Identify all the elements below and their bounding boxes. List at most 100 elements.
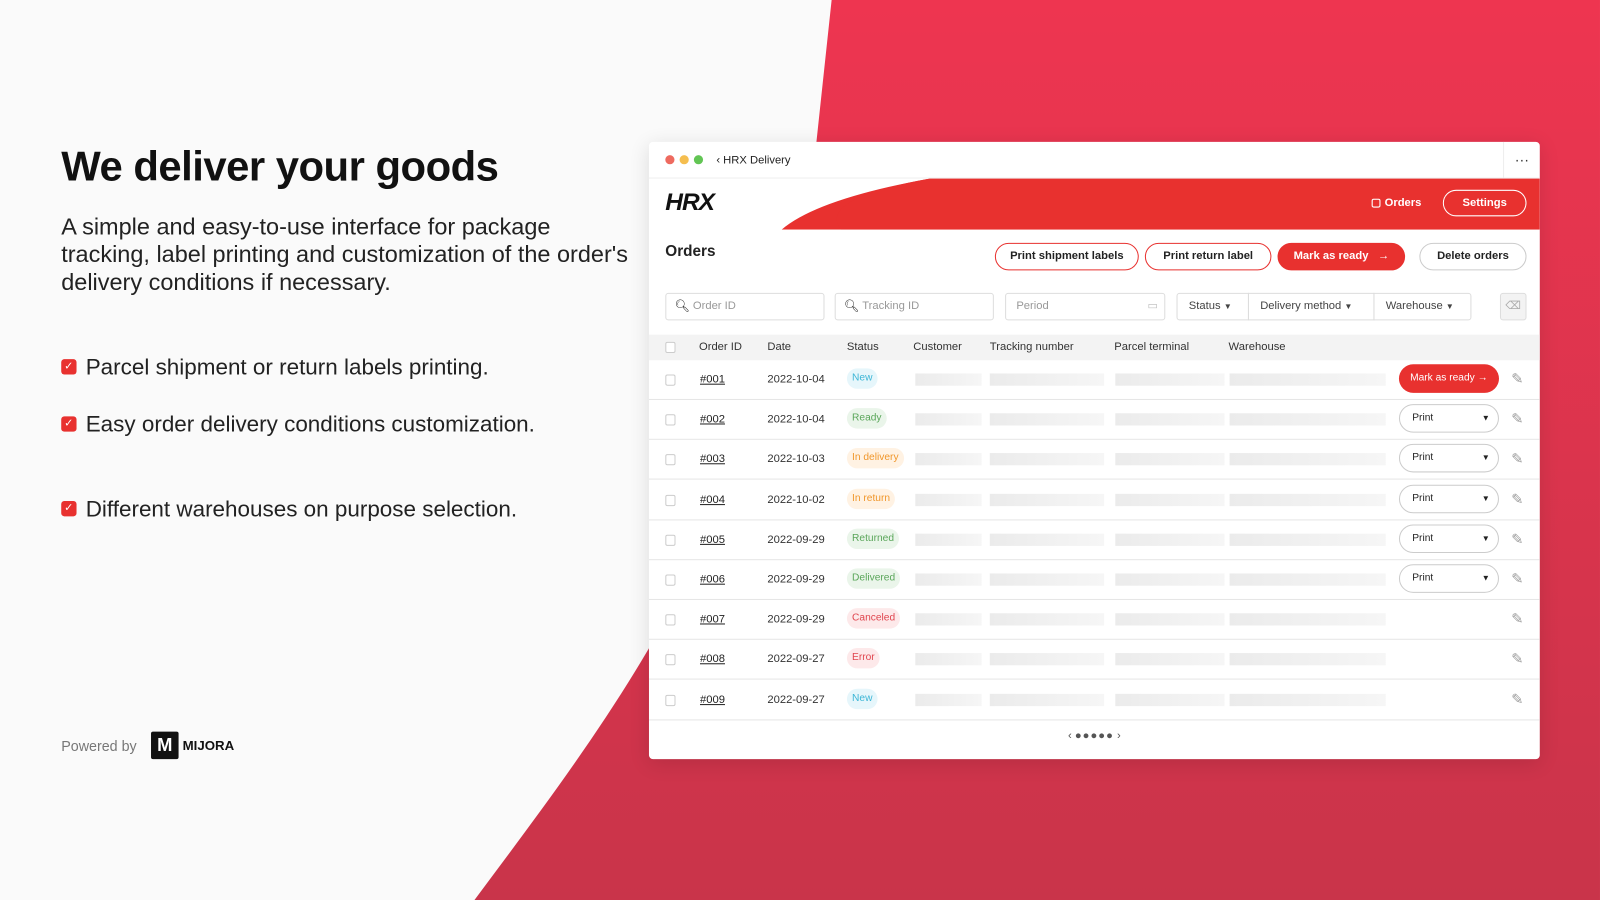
tracking-placeholder — [989, 653, 1105, 666]
row-checkbox[interactable] — [665, 614, 676, 626]
calendar-icon: ▭ — [1147, 299, 1159, 313]
delivery-method-filter[interactable]: Delivery method ▼ — [1247, 292, 1375, 321]
order-id-link[interactable]: #008 — [700, 653, 725, 665]
back-link[interactable]: ‹ HRX Delivery — [716, 154, 790, 166]
col-order-id[interactable]: Order ID — [699, 341, 742, 353]
row-checkbox[interactable] — [665, 454, 676, 466]
row-checkbox[interactable] — [665, 654, 676, 666]
caret-down-icon: ▼ — [1481, 573, 1490, 583]
terminal-placeholder — [1115, 573, 1225, 586]
maximize-dot[interactable] — [693, 155, 704, 165]
order-id-link[interactable]: #003 — [700, 453, 725, 465]
col-parcel-terminal[interactable]: Parcel terminal — [1114, 341, 1189, 353]
customer-placeholder — [915, 533, 982, 546]
customer-placeholder — [915, 693, 982, 706]
customer-placeholder — [915, 573, 982, 586]
order-date: 2022-09-29 — [767, 533, 825, 546]
terminal-placeholder — [1115, 373, 1225, 386]
next-page-icon[interactable]: › — [1117, 730, 1121, 742]
order-id-link[interactable]: #007 — [700, 613, 725, 625]
row-mark-as-ready-button[interactable]: Mark as ready → — [1398, 364, 1499, 393]
tracking-placeholder — [989, 413, 1105, 426]
col-warehouse[interactable]: Warehouse — [1229, 341, 1286, 353]
hero-title: We deliver your goods — [61, 142, 499, 190]
status-filter[interactable]: Status ▼ — [1176, 292, 1249, 321]
tracking-placeholder — [989, 533, 1105, 546]
edit-pencil-icon[interactable]: ✎ — [1511, 370, 1523, 387]
order-date: 2022-10-04 — [767, 413, 825, 426]
edit-pencil-icon[interactable]: ✎ — [1511, 690, 1523, 707]
print-shipment-labels-button[interactable]: Print shipment labels — [994, 242, 1139, 271]
order-id-link[interactable]: #006 — [700, 573, 725, 585]
table-row: #008 2022-09-27 Error ✎ — [648, 640, 1540, 680]
order-id-link[interactable]: #004 — [700, 493, 725, 505]
col-date[interactable]: Date — [767, 341, 791, 353]
clear-filters-button[interactable]: ⌫ — [1499, 292, 1527, 321]
minimize-dot[interactable] — [679, 155, 689, 165]
order-id-link[interactable]: #002 — [700, 413, 725, 425]
table-row: #009 2022-09-27 New ✎ — [648, 680, 1540, 720]
nav-orders[interactable]: ▢ Orders — [1371, 196, 1422, 209]
col-customer[interactable]: Customer — [913, 341, 962, 353]
edit-pencil-icon[interactable]: ✎ — [1511, 450, 1523, 467]
caret-down-icon: ▼ — [1445, 302, 1454, 312]
delete-orders-button[interactable]: Delete orders — [1419, 242, 1527, 271]
caret-down-icon: ▼ — [1481, 453, 1490, 463]
edit-pencil-icon[interactable]: ✎ — [1511, 490, 1523, 507]
row-print-dropdown[interactable]: Print ▼ — [1398, 524, 1499, 553]
customer-placeholder — [915, 373, 982, 386]
feature-item: ✓ Easy order delivery conditions customiz… — [61, 410, 551, 438]
customer-placeholder — [915, 613, 982, 626]
warehouse-placeholder — [1229, 493, 1386, 506]
title-bar: ‹ HRX Delivery ··· — [648, 141, 1540, 179]
order-id-link[interactable]: #005 — [700, 533, 725, 545]
caret-down-icon: ▼ — [1481, 493, 1490, 503]
order-id-input[interactable]: 🔍︎ Order ID — [665, 292, 825, 321]
edit-pencil-icon[interactable]: ✎ — [1511, 610, 1523, 627]
prev-page-icon[interactable]: ‹ — [1068, 730, 1072, 742]
order-date: 2022-09-27 — [767, 693, 825, 706]
arrow-right-icon: → — [1371, 249, 1390, 263]
row-checkbox[interactable] — [665, 414, 676, 426]
edit-pencil-icon[interactable]: ✎ — [1511, 570, 1523, 587]
order-id-link[interactable]: #001 — [700, 373, 725, 385]
col-status[interactable]: Status — [847, 341, 879, 353]
row-checkbox[interactable] — [665, 534, 676, 546]
terminal-placeholder — [1115, 413, 1225, 426]
terminal-placeholder — [1115, 653, 1225, 666]
print-return-label-button[interactable]: Print return label — [1144, 242, 1272, 271]
row-checkbox[interactable] — [665, 494, 676, 506]
order-id-link[interactable]: #009 — [700, 693, 725, 705]
row-print-dropdown[interactable]: Print ▼ — [1398, 484, 1499, 513]
row-checkbox[interactable] — [665, 574, 676, 586]
table-row: #004 2022-10-02 In return Print ▼ ✎ — [648, 480, 1540, 520]
close-dot[interactable] — [665, 155, 675, 165]
mark-as-ready-button[interactable]: Mark as ready → — [1277, 242, 1406, 271]
edit-pencil-icon[interactable]: ✎ — [1511, 410, 1523, 427]
tracking-id-input[interactable]: 🔍︎ Tracking ID — [834, 292, 994, 321]
settings-button[interactable]: Settings — [1442, 189, 1527, 217]
order-date: 2022-09-29 — [767, 573, 825, 586]
edit-pencil-icon[interactable]: ✎ — [1511, 530, 1523, 547]
period-input[interactable]: Period ▭ — [1005, 292, 1166, 321]
row-print-dropdown[interactable]: Print ▼ — [1398, 404, 1499, 433]
row-checkbox[interactable] — [665, 694, 676, 706]
tracking-placeholder — [989, 373, 1105, 386]
col-tracking-number[interactable]: Tracking number — [990, 341, 1074, 353]
warehouse-placeholder — [1229, 613, 1386, 626]
status-badge: Error — [846, 648, 880, 669]
select-all-checkbox[interactable] — [665, 341, 676, 354]
box-icon: ▢ — [1370, 196, 1385, 210]
caret-down-icon: ▼ — [1481, 413, 1490, 423]
edit-pencil-icon[interactable]: ✎ — [1511, 650, 1523, 667]
more-icon[interactable]: ··· — [1503, 141, 1540, 179]
page-dots[interactable]: ●●●●● — [1075, 730, 1114, 742]
row-print-dropdown[interactable]: Print ▼ — [1398, 444, 1499, 473]
tracking-placeholder — [989, 693, 1105, 706]
tracking-placeholder — [989, 493, 1105, 506]
warehouse-placeholder — [1229, 453, 1386, 466]
terminal-placeholder — [1115, 613, 1225, 626]
row-checkbox[interactable] — [665, 374, 676, 386]
warehouse-filter[interactable]: Warehouse ▼ — [1373, 292, 1472, 321]
row-print-dropdown[interactable]: Print ▼ — [1398, 564, 1499, 593]
